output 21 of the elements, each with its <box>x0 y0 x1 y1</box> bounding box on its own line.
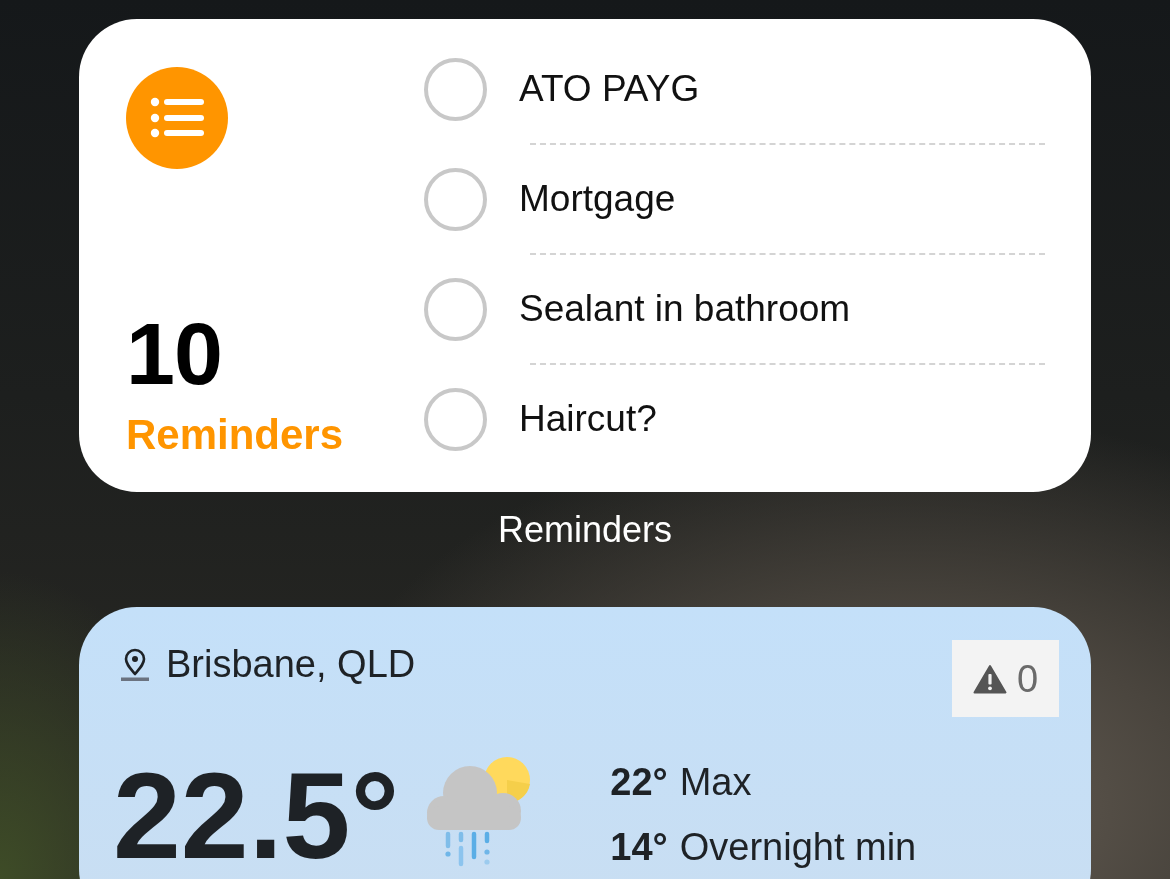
reminder-count: 10 <box>126 309 222 398</box>
reminder-title: Sealant in bathroom <box>519 286 851 331</box>
reminder-title: ATO PAYG <box>519 66 700 111</box>
checkbox[interactable] <box>424 277 487 341</box>
location-name: Brisbane, QLD <box>166 642 416 687</box>
current-temperature: 22.5° <box>113 755 400 877</box>
forecast-value: 14° <box>610 825 668 869</box>
forecast-label: Overnight min <box>679 825 917 869</box>
location-pin-icon <box>121 647 149 681</box>
warning-count: 0 <box>1016 656 1039 701</box>
forecast-label: Max <box>679 760 752 804</box>
reminder-title: Mortgage <box>519 176 676 221</box>
checkbox[interactable] <box>424 57 487 121</box>
list-name: Reminders <box>126 410 344 459</box>
widget-label: Reminders <box>497 510 673 550</box>
checkbox[interactable] <box>424 167 487 231</box>
warning-icon <box>972 663 1007 694</box>
checkbox[interactable] <box>424 387 487 451</box>
list-icon <box>126 67 228 169</box>
forecast-value: 22° <box>610 760 668 804</box>
reminder-title: Haircut? <box>519 396 657 441</box>
